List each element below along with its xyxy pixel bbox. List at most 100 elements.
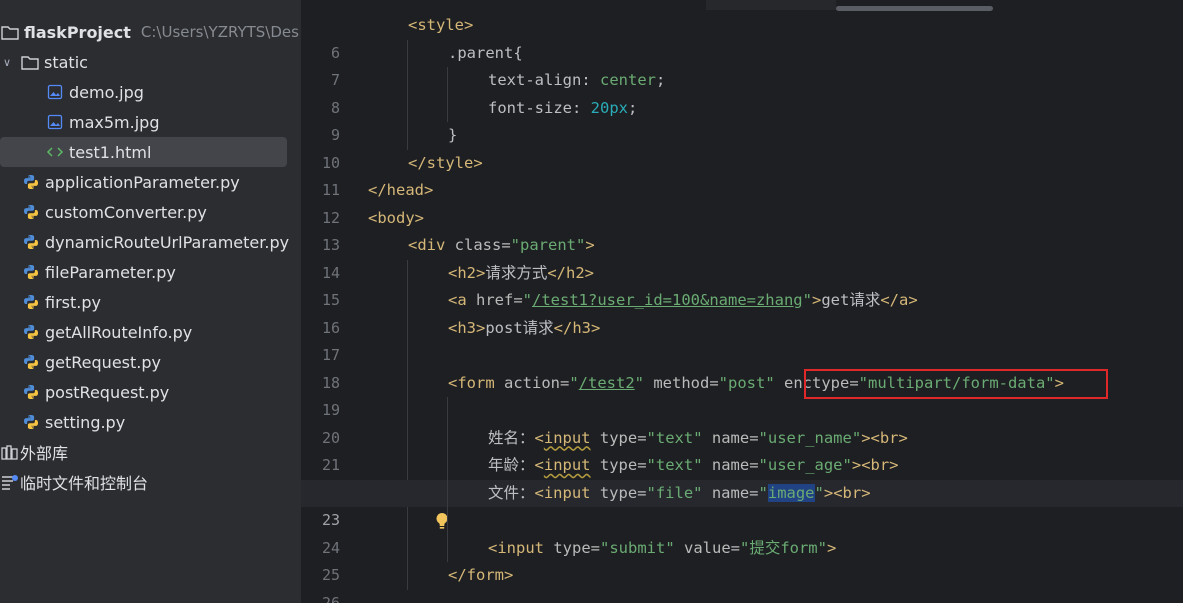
tree-file-python[interactable]: getRequest.py bbox=[0, 347, 301, 377]
enctype-highlight-box bbox=[804, 369, 1108, 399]
code-line[interactable]: 20 bbox=[301, 397, 1183, 447]
tree-file-test1-html[interactable]: test1.html bbox=[0, 137, 301, 167]
chevron-down-icon[interactable]: ∨ bbox=[0, 56, 14, 69]
code-editor[interactable]: 6 <style> 7 .parent{ 8 text-align: cente… bbox=[301, 0, 1183, 603]
code-line[interactable]: 7 .parent{ bbox=[301, 39, 1183, 89]
html-tag-warning[interactable]: input bbox=[544, 456, 591, 474]
html-quote: " bbox=[758, 483, 768, 502]
html-tag: </h2> bbox=[547, 263, 595, 282]
code-line[interactable]: 11 </style> bbox=[301, 150, 1183, 200]
code-line[interactable]: 15 <h2>请求方式</h2> bbox=[301, 259, 1183, 309]
css-colon: : bbox=[581, 71, 600, 89]
code-line[interactable]: 9 font-size: 20px; bbox=[301, 94, 1183, 144]
python-file-icon bbox=[21, 202, 41, 222]
code-content: <style> bbox=[408, 12, 473, 40]
code-line[interactable]: 21 姓名：<input type="text" name="user_name… bbox=[301, 424, 1183, 474]
folder-icon bbox=[20, 52, 40, 72]
html-tag: <input bbox=[534, 483, 591, 502]
code-line[interactable]: 18 bbox=[301, 342, 1183, 392]
tree-file-max5m-jpg[interactable]: max5m.jpg bbox=[0, 107, 301, 137]
tree-file-python[interactable]: getAllRouteInfo.py bbox=[0, 317, 301, 347]
code-line[interactable]: 17 <h3>post请求</h3> bbox=[301, 314, 1183, 364]
html-attribute: type= bbox=[590, 428, 647, 447]
code-content: </head> bbox=[368, 177, 433, 205]
library-icon bbox=[0, 442, 20, 462]
html-attribute: type= bbox=[590, 456, 647, 474]
code-content: <div class="parent"> bbox=[408, 232, 595, 260]
tree-file-python[interactable]: setting.py bbox=[0, 407, 301, 437]
html-tag: <body> bbox=[368, 208, 424, 227]
tree-file-python[interactable]: first.py bbox=[0, 287, 301, 317]
html-tag: <input bbox=[488, 538, 544, 557]
css-number: 20px bbox=[590, 98, 628, 117]
html-tag-warning[interactable]: input bbox=[544, 429, 591, 447]
html-tag: </style> bbox=[408, 153, 483, 172]
html-tag: > bbox=[826, 538, 837, 557]
tree-file-label: demo.jpg bbox=[69, 82, 144, 102]
code-line[interactable]: 12 </head> bbox=[301, 177, 1183, 227]
code-line[interactable]: 24 bbox=[301, 507, 1183, 557]
tree-file-label: setting.py bbox=[45, 412, 126, 432]
html-tag: <form bbox=[448, 373, 495, 392]
python-file-icon bbox=[21, 412, 41, 432]
tree-file-demo-jpg[interactable]: demo.jpg bbox=[0, 77, 301, 107]
code-line-current[interactable]: 23 文件：<input type="file" name="image"><b… bbox=[301, 479, 1183, 529]
folder-icon bbox=[0, 22, 20, 42]
html-attribute: action= bbox=[494, 373, 570, 392]
indent-guide bbox=[447, 452, 448, 480]
tree-file-python[interactable]: fileParameter.py bbox=[0, 257, 301, 287]
html-quote: " bbox=[814, 483, 824, 502]
tree-scratches-consoles[interactable]: 临时文件和控制台 bbox=[0, 467, 301, 497]
url-link[interactable]: /test2 bbox=[579, 374, 635, 392]
html-tag: ><br> bbox=[861, 428, 908, 447]
code-line[interactable]: 22 年龄：<input type="text" name="user_age"… bbox=[301, 452, 1183, 502]
lightbulb-icon[interactable] bbox=[376, 484, 448, 529]
tree-external-libraries[interactable]: 外部库 bbox=[0, 437, 301, 467]
html-tag: </h3> bbox=[553, 318, 601, 337]
tree-root-flaskproject[interactable]: flaskProject C:\Users\YZRYTS\Des bbox=[0, 17, 301, 47]
code-line[interactable]: 13 <body> bbox=[301, 205, 1183, 255]
code-content: <h3>post请求</h3> bbox=[448, 315, 600, 343]
horizontal-scrollbar-thumb[interactable] bbox=[836, 6, 993, 11]
indent-guide bbox=[407, 94, 408, 122]
indent-guide bbox=[407, 369, 408, 397]
selected-text[interactable]: image bbox=[767, 483, 815, 502]
code-content: 文件：<input type="file" name="image"><br> bbox=[488, 480, 871, 508]
indent-guide bbox=[407, 314, 408, 342]
code-line[interactable]: 14 <div class="parent"> bbox=[301, 232, 1183, 282]
code-line[interactable]: 6 <style> bbox=[301, 12, 1183, 62]
html-string: "user_name" bbox=[758, 428, 862, 447]
html-string: "text" bbox=[646, 428, 703, 447]
tree-file-label: getRequest.py bbox=[45, 352, 161, 372]
html-tag: < bbox=[534, 456, 544, 474]
url-link[interactable]: /test1?user_id=100&name=zhang bbox=[532, 291, 803, 309]
tree-file-python[interactable]: customConverter.py bbox=[0, 197, 301, 227]
html-text: 请求方式 bbox=[485, 263, 548, 282]
indent-guide bbox=[407, 424, 408, 452]
code-line[interactable]: 16 <a href="/test1?user_id=100&name=zhan… bbox=[301, 287, 1183, 337]
tree-file-python[interactable]: dynamicRouteUrlParameter.py bbox=[0, 227, 301, 257]
tree-file-label: applicationParameter.py bbox=[45, 172, 240, 192]
html-string: "提交form" bbox=[739, 538, 827, 557]
tree-external-libraries-label: 外部库 bbox=[20, 444, 69, 463]
html-text: 姓名： bbox=[488, 428, 535, 447]
code-line[interactable]: 26 </form> bbox=[301, 562, 1183, 603]
indent-guide bbox=[407, 287, 408, 315]
html-attribute: method= bbox=[644, 373, 719, 392]
editor-tab-strip bbox=[706, 0, 836, 10]
html-tag: ><br> bbox=[851, 456, 899, 474]
code-line[interactable]: 8 text-align: center; bbox=[301, 67, 1183, 117]
indent-guide bbox=[447, 94, 448, 122]
code-content: <body> bbox=[368, 205, 424, 233]
code-line[interactable]: 10 } bbox=[301, 122, 1183, 172]
tree-file-python[interactable]: postRequest.py bbox=[0, 377, 301, 407]
html-string: "file" bbox=[646, 483, 703, 502]
css-property: text-align bbox=[488, 71, 582, 89]
indent-guide bbox=[447, 507, 448, 535]
indent-guide bbox=[407, 122, 408, 150]
code-line[interactable]: 25 <input type="submit" value="提交form"> bbox=[301, 534, 1183, 584]
tree-file-python[interactable]: applicationParameter.py bbox=[0, 167, 301, 197]
html-tag: </a> bbox=[880, 291, 918, 309]
indent-guide bbox=[447, 534, 448, 562]
tree-folder-static[interactable]: ∨ static bbox=[0, 47, 301, 77]
